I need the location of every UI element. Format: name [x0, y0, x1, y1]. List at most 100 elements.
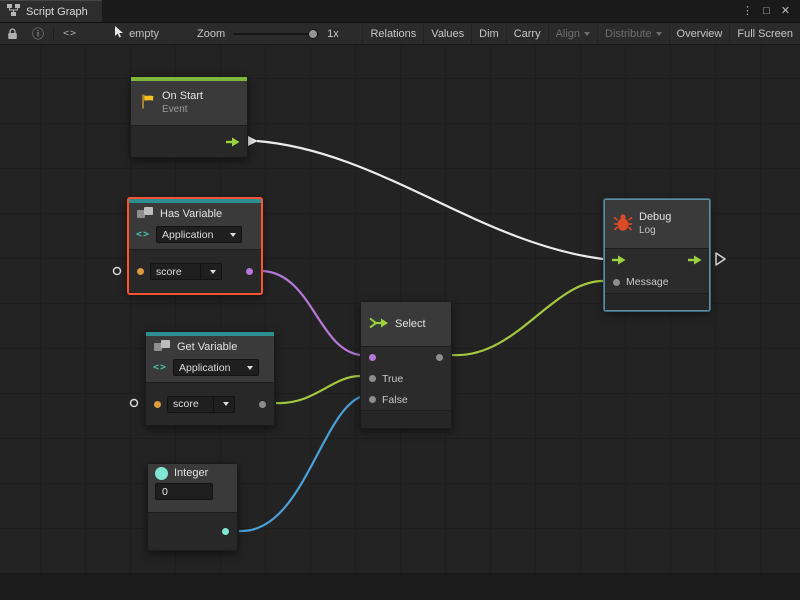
false-input-port[interactable]: [369, 396, 376, 403]
relations-button[interactable]: Relations: [362, 23, 423, 44]
selection-status: empty: [114, 26, 159, 41]
unconnected-input-circle-icon[interactable]: [131, 400, 138, 407]
bug-icon: [613, 213, 633, 235]
scope-value: Application: [162, 229, 221, 241]
toolbar-buttons: Relations Values Dim Carry Align Distrib…: [362, 23, 800, 44]
port-label: Message: [626, 276, 669, 288]
script-graph-icon: [7, 4, 20, 19]
selection-output-port[interactable]: [436, 354, 443, 361]
result-output-port[interactable]: [246, 268, 253, 275]
wire-select-to-log-message: [452, 281, 603, 355]
dropdown-divider: [213, 397, 214, 412]
toolbar-divider: [53, 27, 54, 41]
unconnected-input-circle-icon[interactable]: [114, 268, 121, 275]
variable-kind-icon: <>: [136, 229, 150, 240]
dropdown-caret-icon: [230, 233, 236, 237]
port-label: False: [382, 394, 408, 406]
integer-output-port[interactable]: [222, 528, 229, 535]
graph-toolbar: ⓘ <> empty Zoom 1x Relations Values Dim …: [0, 23, 800, 45]
button-label: Overview: [677, 28, 723, 40]
zoom-slider[interactable]: [233, 33, 319, 35]
dim-button[interactable]: Dim: [471, 23, 506, 44]
variable-name-dropdown[interactable]: score: [150, 263, 222, 280]
zoom-control: Zoom 1x: [197, 28, 339, 40]
overview-button[interactable]: Overview: [669, 23, 730, 44]
zoom-label: Zoom: [197, 28, 225, 40]
carry-button[interactable]: Carry: [506, 23, 548, 44]
selection-status-label: empty: [129, 28, 159, 40]
wire-getvariable-to-select-true: [276, 376, 360, 403]
kebab-menu-icon[interactable]: ⋮: [738, 0, 757, 22]
maximize-icon[interactable]: □: [757, 0, 776, 22]
node-title: Select: [395, 318, 426, 331]
node-has-variable[interactable]: Has Variable <> Application score: [128, 198, 262, 294]
unconnected-output-triangle-icon[interactable]: [716, 253, 725, 265]
wire-hasvariable-to-select-condition: [263, 271, 360, 355]
node-get-variable[interactable]: Get Variable <> Application score: [145, 331, 275, 426]
value-output-port[interactable]: [259, 401, 266, 408]
node-on-start[interactable]: On Start Event: [130, 76, 248, 158]
scope-value: Application: [179, 362, 238, 374]
node-title: Has Variable: [160, 208, 222, 221]
wire-flow-onstart-to-log: [257, 141, 603, 259]
tab-script-graph[interactable]: Script Graph: [0, 0, 102, 22]
distribute-button[interactable]: Distribute: [597, 23, 668, 44]
variables-boxes-icon: [153, 339, 171, 356]
has-variable-port-strip: score: [129, 249, 261, 293]
flag-icon: [139, 93, 156, 113]
button-label: Carry: [514, 28, 541, 40]
dropdown-caret-icon: [210, 270, 216, 274]
control-input-port[interactable]: [612, 255, 626, 265]
node-debug-log[interactable]: Debug Log Message: [604, 199, 710, 311]
full-screen-button[interactable]: Full Screen: [729, 23, 800, 44]
variable-name-value: score: [173, 398, 208, 410]
angle-brackets-icon[interactable]: <>: [56, 23, 84, 44]
name-input-port[interactable]: [154, 401, 161, 408]
zoom-value: 1x: [327, 28, 339, 40]
node-footer: [361, 410, 451, 428]
on-start-port-strip: [131, 125, 247, 157]
node-subtitle: Log: [639, 225, 671, 237]
dropdown-caret-icon: [584, 32, 590, 36]
node-title: Debug: [639, 211, 671, 224]
node-title: Get Variable: [177, 341, 237, 354]
condition-input-port[interactable]: [369, 354, 376, 361]
zoom-slider-knob[interactable]: [308, 29, 318, 39]
titlebar: Script Graph ⋮ □ ✕: [0, 0, 800, 23]
select-true-row: True: [361, 368, 451, 389]
node-title: Integer: [174, 467, 208, 480]
control-output-port[interactable]: [226, 137, 240, 147]
dropdown-caret-icon: [247, 366, 253, 370]
variable-scope-dropdown[interactable]: Application: [173, 359, 259, 376]
variable-scope-dropdown[interactable]: Application: [156, 226, 242, 243]
variable-kind-icon: <>: [153, 362, 167, 373]
button-label: Relations: [370, 28, 416, 40]
integer-value-field[interactable]: 0: [155, 483, 213, 500]
log-message-row: Message: [605, 271, 709, 293]
message-input-port[interactable]: [613, 279, 620, 286]
align-button[interactable]: Align: [548, 23, 597, 44]
info-icon[interactable]: ⓘ: [25, 23, 51, 44]
node-select[interactable]: Select True False: [360, 301, 452, 429]
dropdown-divider: [200, 264, 201, 279]
values-button[interactable]: Values: [423, 23, 471, 44]
button-label: Align: [556, 28, 580, 40]
node-title: On Start: [162, 90, 203, 103]
select-false-row: False: [361, 389, 451, 410]
close-icon[interactable]: ✕: [776, 0, 795, 22]
name-input-port[interactable]: [137, 268, 144, 275]
variable-name-value: score: [156, 266, 195, 278]
lock-icon[interactable]: [0, 23, 25, 44]
variable-name-dropdown[interactable]: score: [167, 396, 235, 413]
select-condition-row: [361, 347, 451, 368]
button-label: Full Screen: [737, 28, 793, 40]
tab-title: Script Graph: [26, 6, 88, 18]
graph-canvas[interactable]: On Start Event Has Variable <> Applicati…: [0, 45, 800, 600]
true-input-port[interactable]: [369, 375, 376, 382]
control-output-port[interactable]: [688, 255, 702, 265]
cursor-icon: [114, 26, 124, 41]
node-subtitle: Event: [162, 104, 203, 116]
node-integer[interactable]: Integer 0: [147, 463, 238, 551]
port-label: True: [382, 373, 403, 385]
dropdown-caret-icon: [656, 32, 662, 36]
